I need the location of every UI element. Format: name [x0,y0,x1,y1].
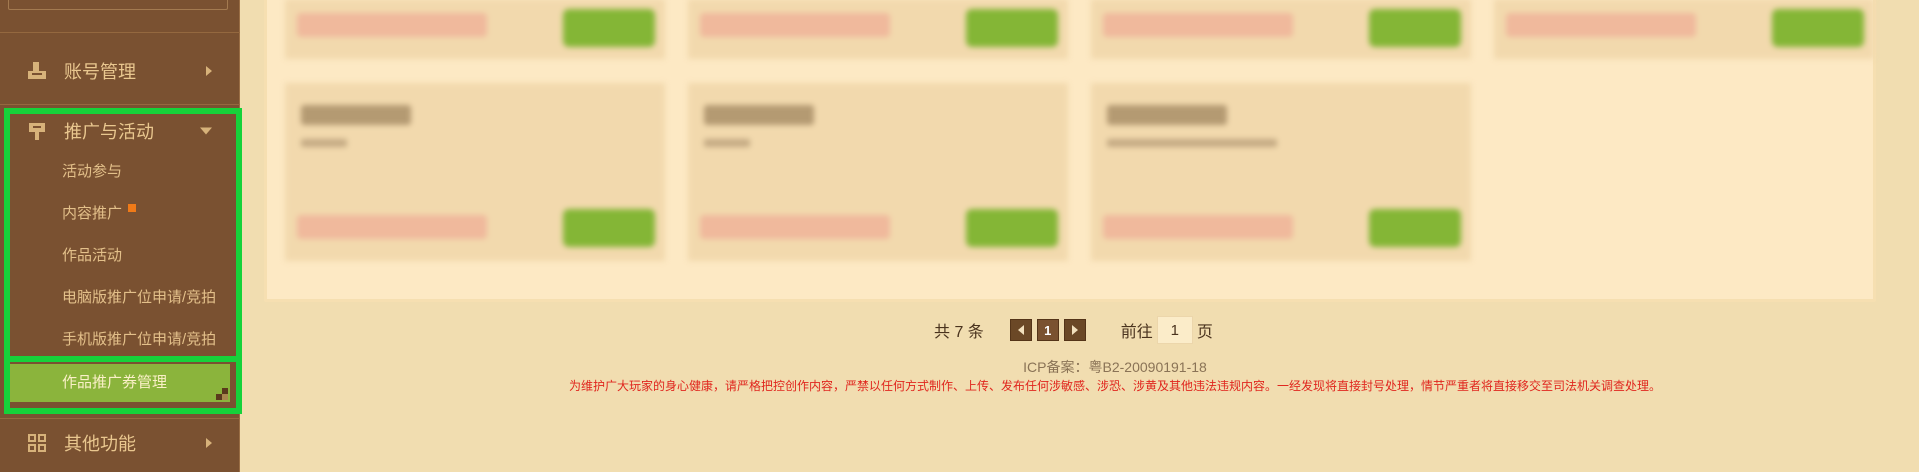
card-button[interactable] [1369,9,1461,47]
promotion-icon [26,120,48,142]
total-count: 共 7 条 [934,324,984,341]
card-text [704,139,750,147]
prev-page-button[interactable] [1009,319,1032,341]
chevron-right-icon [1071,325,1078,335]
card [688,0,1068,59]
card-title [301,105,411,125]
submenu-label: 内容推广 [62,205,123,222]
chevron-left-icon [1017,325,1024,335]
submenu-mobile-promotion-slot[interactable]: 手机版推广位申请/竞拍 [62,325,232,355]
menu-promotion-activities[interactable]: 推广与活动 [0,112,240,150]
icp-record: ICP备案：粤B2-20090191-18 [1023,359,1207,375]
card-tag [1103,13,1293,37]
card [1091,83,1471,261]
account-icon [26,60,48,82]
menu-label: 其他功能 [64,434,136,454]
card-text [301,139,347,147]
chevron-right-icon [206,66,212,76]
card-button[interactable] [1772,9,1864,47]
card-tag [297,13,487,37]
goto-label: 前往 [1120,324,1153,341]
card [285,0,665,59]
submenu-work-activities[interactable]: 作品活动 [62,241,232,271]
card-button[interactable] [1369,209,1461,247]
card-button[interactable] [966,209,1058,247]
card [1091,0,1471,59]
submenu-label: 手机版推广位申请/竞拍 [62,331,217,348]
submenu-label: 电脑版推广位申请/竞拍 [62,289,217,306]
page-number-button[interactable]: 1 [1036,319,1059,341]
chevron-down-icon [200,127,212,135]
pagination: 共 7 条 1 前往 页 [934,316,1213,344]
card-tag [1103,215,1293,239]
submenu-pc-promotion-slot[interactable]: 电脑版推广位申请/竞拍 [62,283,232,313]
card [285,83,665,261]
card-tag [1506,13,1696,37]
card-title [704,105,814,125]
sidebar-divider [0,104,240,105]
card-tag [700,13,890,37]
menu-account-management[interactable]: 账号管理 [0,52,240,90]
new-badge [128,204,137,212]
submenu-content-promotion[interactable]: 内容推广 [62,199,232,229]
content-notice: 为维护广大玩家的身心健康，请严格把控创作内容，严禁以任何方式制作、上传、发布任何… [568,379,1661,393]
chevron-right-icon [206,438,212,448]
sidebar-divider [0,32,240,33]
submenu-activity-participation[interactable]: 活动参与 [62,157,232,187]
card-tag [700,215,890,239]
card-tag [297,215,487,239]
card-title [1107,105,1227,125]
menu-other-functions[interactable]: 其他功能 [0,424,240,462]
card [1494,0,1874,59]
card-button[interactable] [966,9,1058,47]
grid-icon [26,432,48,454]
submenu-label: 作品活动 [62,247,123,264]
next-page-button[interactable] [1063,319,1086,341]
card-text [1107,139,1277,147]
submenu-label: 活动参与 [62,163,123,180]
menu-label: 推广与活动 [64,122,154,142]
sidebar-search-box[interactable] [8,0,228,10]
goto-suffix: 页 [1196,324,1213,341]
card-button[interactable] [563,209,655,247]
card [688,83,1068,261]
goto-page-input[interactable] [1156,316,1193,344]
card-button[interactable] [563,9,655,47]
content-panel [264,0,1876,302]
sidebar-divider [0,418,240,419]
menu-label: 账号管理 [64,62,136,82]
sidebar: 账号管理 推广与活动 活动参与 内容推广 作品活动 电脑版推广位申请/竞拍 手机… [0,0,240,472]
